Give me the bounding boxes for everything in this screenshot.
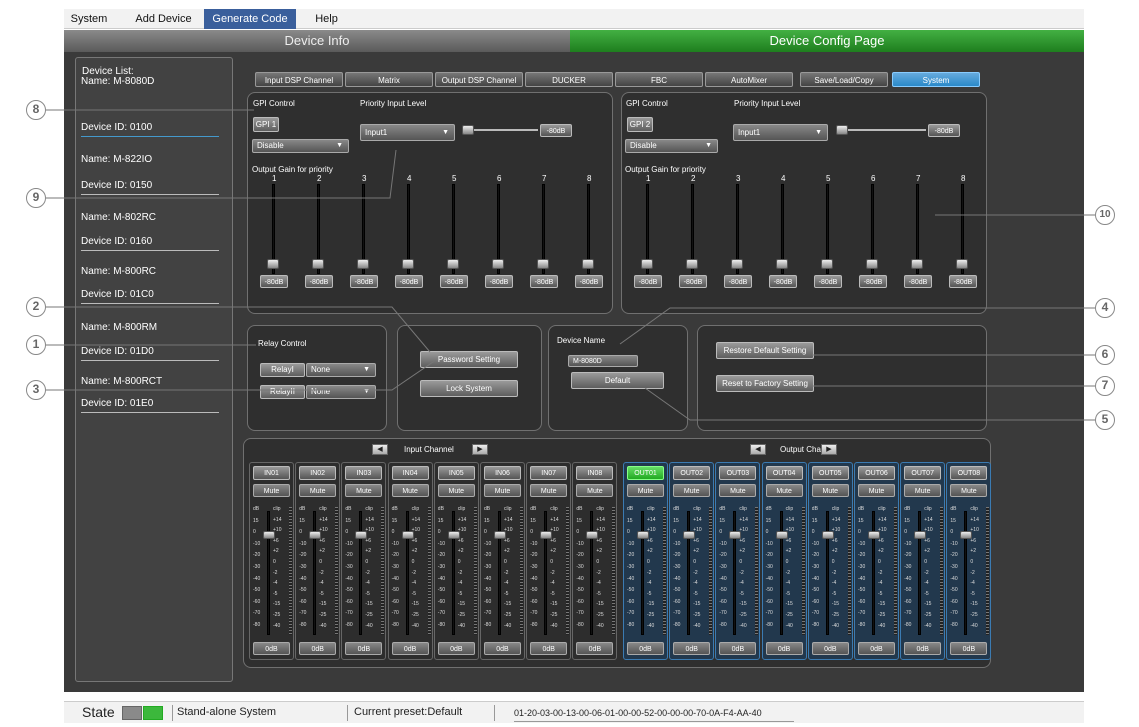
system-mode-text: Stand-alone System <box>177 706 277 718</box>
callout-3: 3 <box>26 380 46 400</box>
code-underline <box>514 721 794 722</box>
callout-7: 7 <box>1095 376 1115 396</box>
current-preset-text: Current preset:Default <box>354 706 463 718</box>
callout-6: 6 <box>1095 345 1115 365</box>
callout-2: 2 <box>26 297 46 317</box>
status-divider <box>494 705 495 721</box>
state-label: State <box>82 704 115 720</box>
status-divider <box>347 705 348 721</box>
callout-lines <box>46 109 1095 421</box>
status-bar: State Stand-alone System Current preset:… <box>64 701 1084 723</box>
callout-10: 10 <box>1095 205 1115 225</box>
callout-8: 8 <box>26 100 46 120</box>
callout-9: 9 <box>26 188 46 208</box>
callout-5: 5 <box>1095 410 1115 430</box>
callout-1: 1 <box>26 335 46 355</box>
state-indicator-green <box>143 706 163 720</box>
state-indicator-gray <box>122 706 142 720</box>
status-divider <box>172 705 173 721</box>
callout-4: 4 <box>1095 298 1115 318</box>
device-code-text: 01-20-03-00-13-00-06-01-00-00-52-00-00-0… <box>514 708 762 718</box>
